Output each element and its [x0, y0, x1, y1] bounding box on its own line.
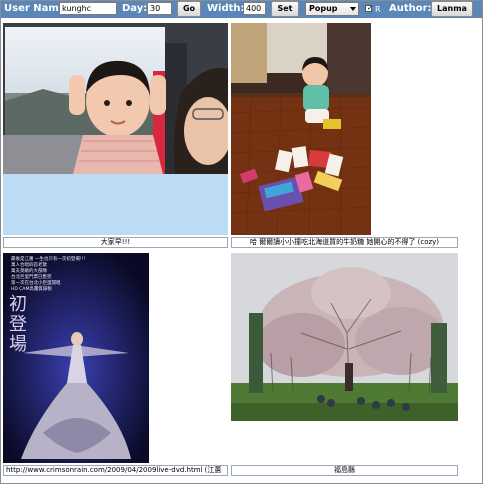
width-label: Width: — [207, 3, 245, 14]
r-checkbox-label: R — [375, 5, 381, 14]
poster-line-6: HD CAM高畫質錄製 — [11, 287, 52, 292]
photo-toddler-floor-image — [231, 23, 371, 235]
photo-cherry-tree-image — [231, 253, 458, 421]
photo-cell-4[interactable]: 福島縣 — [231, 253, 460, 479]
author-button[interactable]: Lanma — [431, 1, 473, 17]
photo-cell-2[interactable]: 哈 爾爾讀小小撞吃北海道買的牛奶糖 她開心的不得了 (cozy) — [231, 23, 460, 248]
photo-caption-4: 福島縣 — [231, 465, 458, 476]
day-label: Day: — [122, 3, 148, 14]
chevron-down-icon — [350, 7, 356, 11]
popup-select[interactable]: Popup — [305, 2, 359, 16]
checkmark-icon: ✓ — [367, 4, 373, 12]
day-input[interactable]: 30 — [147, 2, 172, 15]
author-label: Author: — [389, 3, 432, 14]
toolbar: User Name: kunghc Day: 30 Go Width: 400 … — [1, 1, 482, 18]
photo-cell-1[interactable]: 大家早!!! — [3, 23, 228, 248]
photo-caption-2: 哈 爾爾讀小小撞吃北海道買的牛奶糖 她開心的不得了 (cozy) — [231, 237, 458, 248]
r-checkbox[interactable]: ✓ — [365, 4, 373, 12]
photo-concert-poster[interactable]: 最後是江蕙 一生也只有一次初登場!!! 萬人合唱四首老歌 萬夫莫敵的大部隊 台北… — [3, 253, 149, 463]
photo-toddler-floor[interactable] — [231, 23, 371, 235]
photo-baby-train[interactable] — [3, 23, 228, 174]
photo-browser-window: User Name: kunghc Day: 30 Go Width: 400 … — [0, 0, 483, 484]
go-button[interactable]: Go — [177, 1, 201, 17]
photo-caption-3: http://www.crimsonrain.com/2009/04/2009l… — [3, 465, 228, 476]
photo-baby-train-image — [3, 23, 228, 174]
set-button[interactable]: Set — [271, 1, 299, 17]
user-name-input[interactable]: kunghc — [59, 2, 117, 15]
popup-select-value: Popup — [309, 4, 338, 13]
width-input[interactable]: 400 — [243, 2, 266, 15]
photo-caption-1: 大家早!!! — [3, 237, 228, 248]
photo-cell-3[interactable]: 最後是江蕙 一生也只有一次初登場!!! 萬人合唱四首老歌 萬夫莫敵的大部隊 台北… — [3, 253, 228, 479]
poster-title: 初登場 — [9, 294, 27, 355]
photo-cherry-tree[interactable] — [231, 253, 458, 421]
poster-text-block: 最後是江蕙 一生也只有一次初登場!!! 萬人合唱四首老歌 萬夫莫敵的大部隊 台北… — [11, 257, 141, 293]
